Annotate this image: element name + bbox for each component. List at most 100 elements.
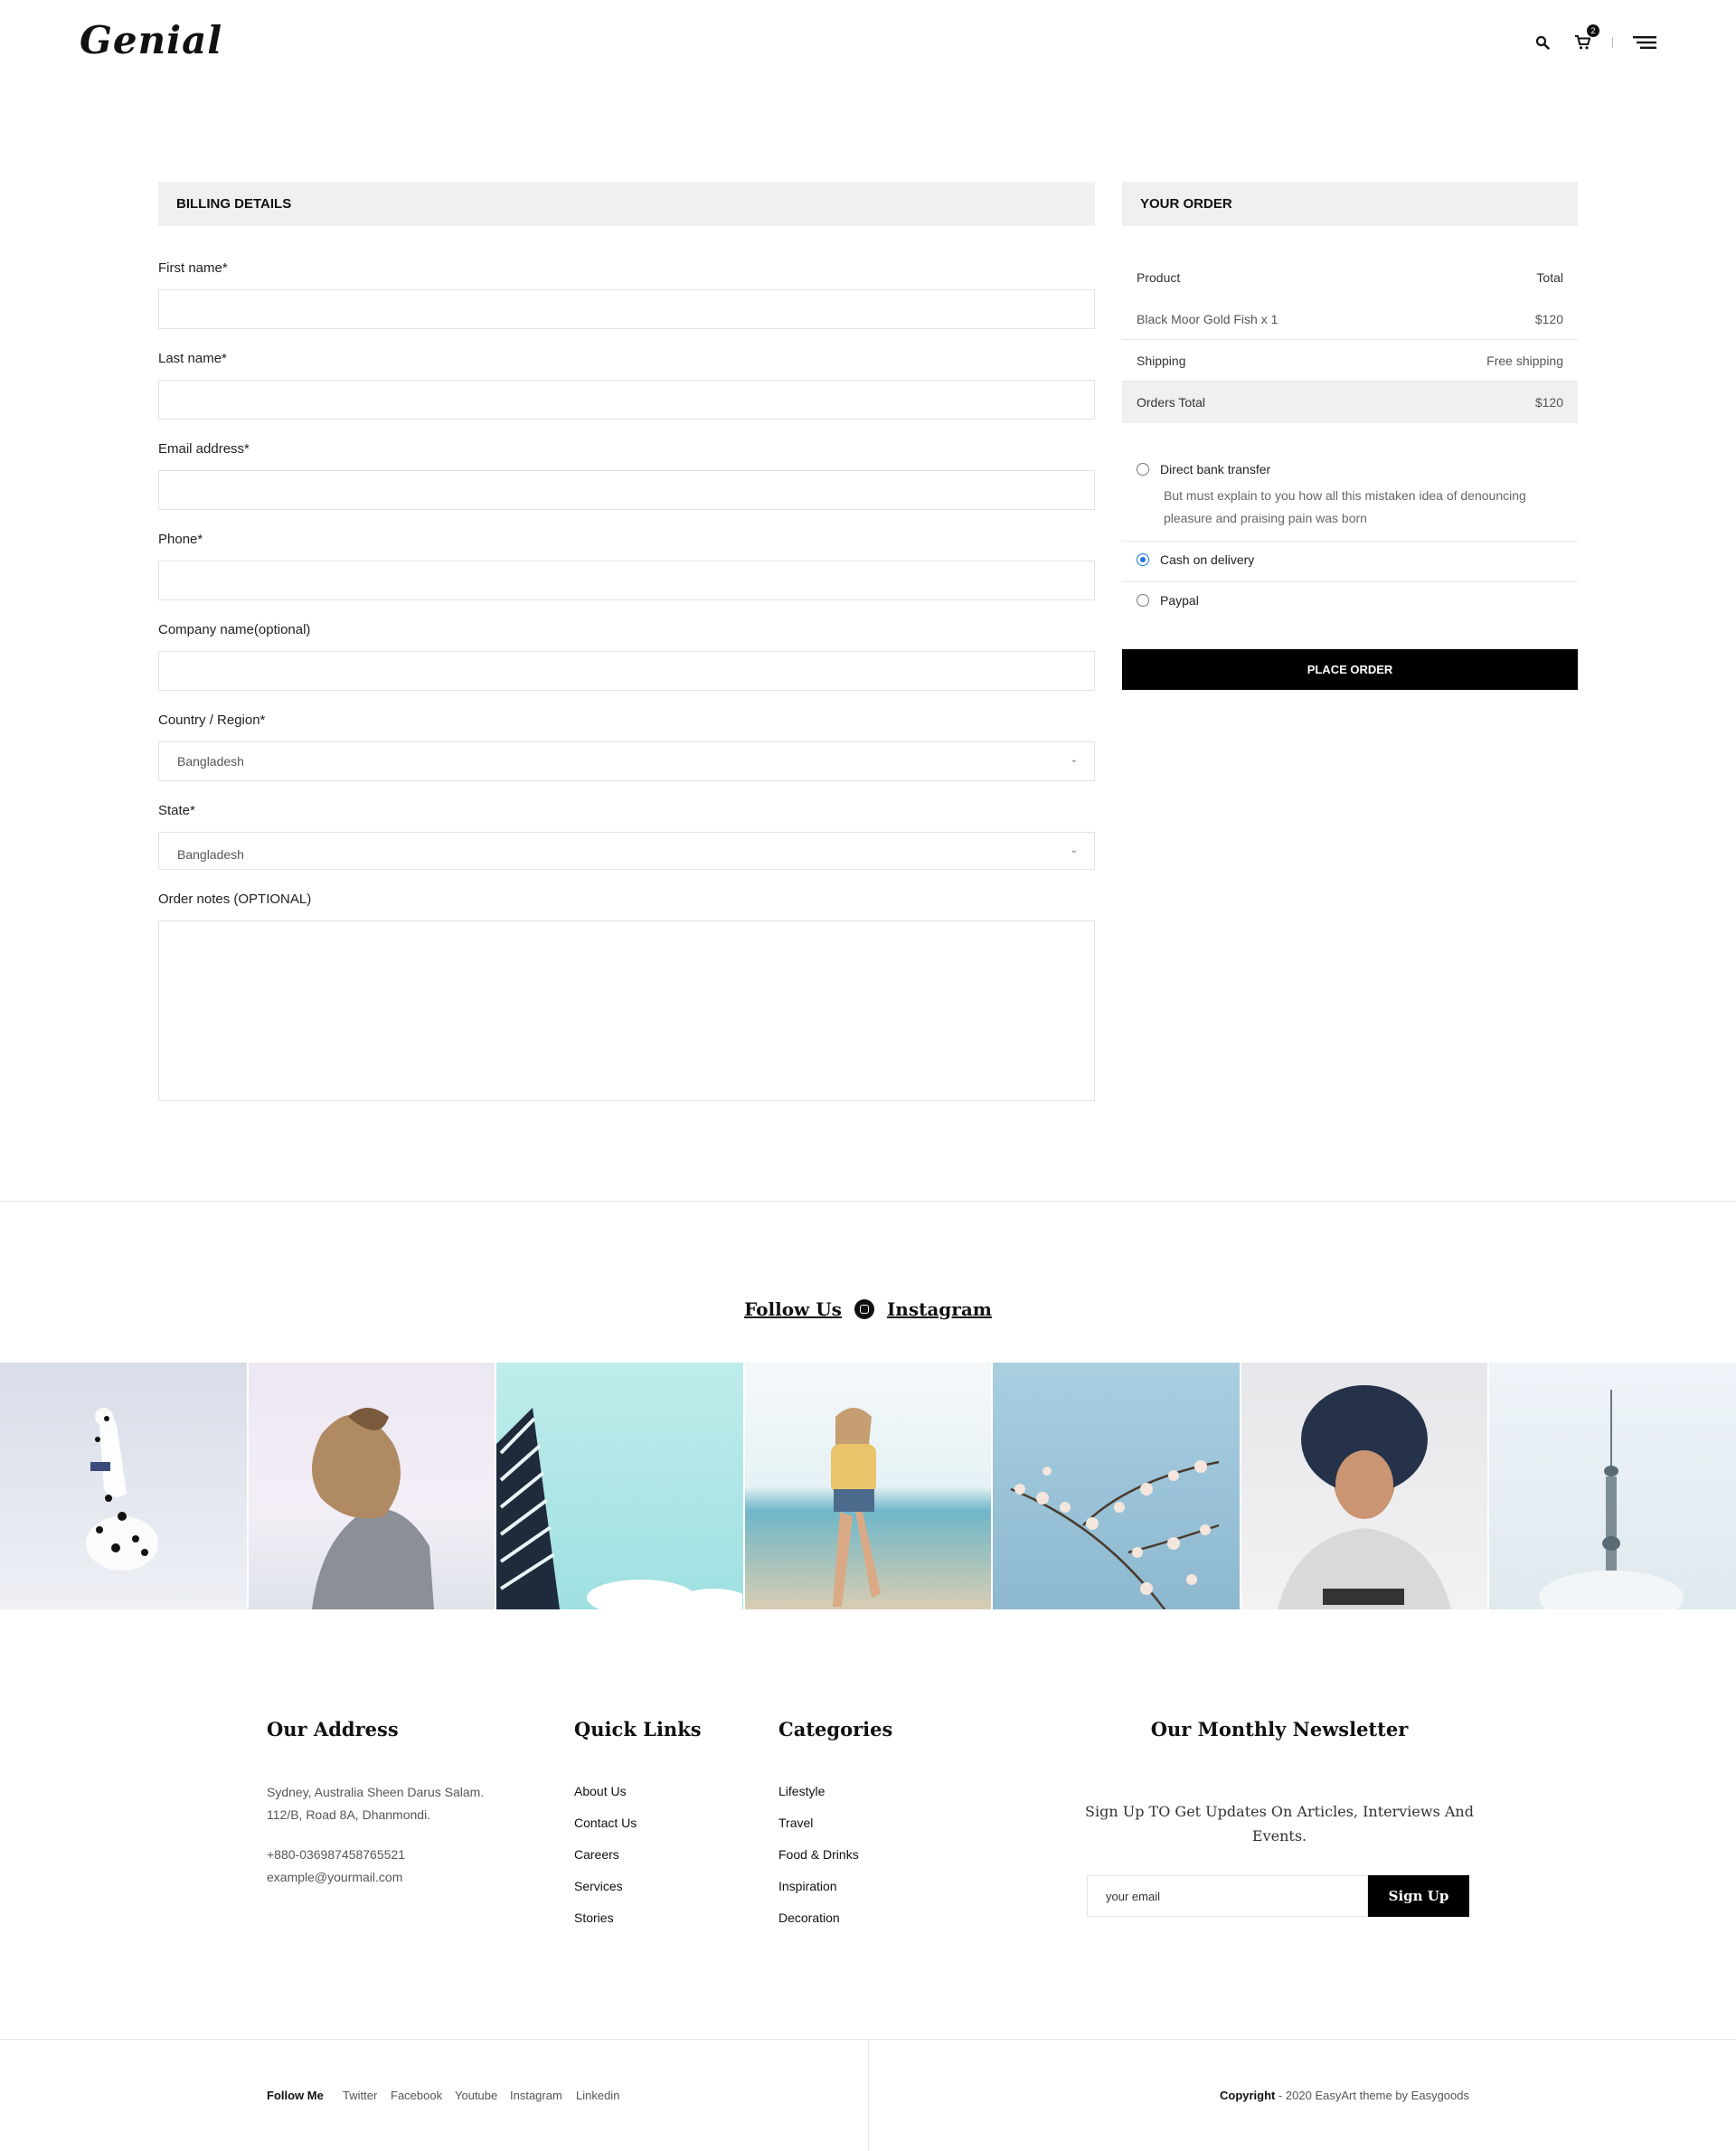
newsletter-email-placeholder: your email	[1106, 1889, 1160, 1903]
category-decoration[interactable]: Decoration	[778, 1910, 840, 1925]
site-logo[interactable]: Genial	[80, 18, 222, 62]
copyright-details: - 2020 EasyArt theme by Easygoods	[1275, 2089, 1469, 2102]
bank-transfer-description: But must explain to you how all this mis…	[1164, 488, 1526, 525]
payment-option-cod[interactable]: Cash on delivery	[1122, 552, 1578, 567]
instagram-gallery	[0, 1363, 1736, 1609]
category-travel[interactable]: Travel	[778, 1816, 813, 1830]
cart-icon[interactable]: 2	[1572, 24, 1599, 52]
quick-links-heading: Quick Links	[574, 1718, 702, 1741]
follow-us-instagram-heading: Follow Us Instagram	[0, 1298, 1736, 1321]
instagram-photo-beach[interactable]	[744, 1363, 992, 1609]
social-link-linkedin[interactable]: Linkedin	[576, 2089, 619, 2102]
billing-details-heading: BILLING DETAILS	[158, 182, 1095, 226]
total-column-header: Total	[1536, 270, 1563, 285]
site-header: Genial 2	[0, 0, 1736, 90]
instagram-photo-man-hat[interactable]	[1241, 1363, 1488, 1609]
contact-phone: +880-036987458765521	[267, 1847, 405, 1862]
orders-total-value: $120	[1534, 395, 1563, 410]
search-icon[interactable]	[1533, 33, 1552, 52]
newsletter-heading: Our Monthly Newsletter	[1150, 1718, 1409, 1741]
instagram-link[interactable]: Instagram	[887, 1298, 992, 1320]
order-notes-label: Order notes (OPTIONAL)	[158, 892, 312, 907]
state-select[interactable]: Bangladesh ⌄	[158, 832, 1095, 870]
orders-total-label: Orders Total	[1137, 395, 1205, 410]
paypal-label: Paypal	[1160, 593, 1199, 608]
company-field[interactable]	[158, 651, 1095, 691]
cash-on-delivery-label: Cash on delivery	[1160, 552, 1255, 567]
social-link-facebook[interactable]: Facebook	[391, 2089, 442, 2102]
chevron-down-icon: ⌄	[1070, 845, 1078, 855]
country-label: Country / Region*	[158, 712, 266, 728]
social-link-twitter[interactable]: Twitter	[343, 2089, 377, 2102]
payment-divider	[1122, 581, 1578, 582]
quick-link-services[interactable]: Services	[574, 1879, 623, 1893]
first-name-field[interactable]	[158, 289, 1095, 329]
place-order-button[interactable]: PLACE ORDER	[1122, 649, 1578, 690]
chevron-down-icon: ⌄	[1070, 755, 1078, 765]
payment-option-paypal[interactable]: Paypal	[1122, 593, 1578, 608]
social-link-youtube[interactable]: Youtube	[455, 2089, 497, 2102]
contact-email[interactable]: example@yourmail.com	[267, 1866, 402, 1889]
email-label: Email address*	[158, 441, 250, 457]
company-label: Company name(optional)	[158, 622, 311, 637]
order-notes-field[interactable]	[158, 920, 1095, 1101]
header-divider	[1612, 37, 1613, 48]
address-line-2: 112/B, Road 8A, Dhanmondi.	[267, 1807, 431, 1822]
newsletter-description: Sign Up TO Get Updates On Articles, Inte…	[1085, 1803, 1474, 1844]
quick-link-about-us[interactable]: About Us	[574, 1784, 627, 1798]
category-food-drinks[interactable]: Food & Drinks	[778, 1847, 859, 1862]
country-select[interactable]: Bangladesh ⌄	[158, 741, 1095, 781]
footer-vertical-divider	[868, 2039, 869, 2151]
state-label: State*	[158, 803, 195, 818]
instagram-icon	[854, 1298, 874, 1319]
product-column-header: Product	[1137, 270, 1181, 285]
sign-up-button[interactable]: Sign Up	[1368, 1875, 1469, 1917]
quick-link-stories[interactable]: Stories	[574, 1910, 614, 1925]
your-order-heading: YOUR ORDER	[1122, 182, 1578, 226]
last-name-field[interactable]	[158, 380, 1095, 420]
cart-count-badge: 2	[1587, 24, 1599, 37]
payment-option-bank[interactable]: Direct bank transfer	[1122, 462, 1578, 476]
instagram-photo-building[interactable]	[496, 1363, 743, 1609]
email-field[interactable]	[158, 470, 1095, 510]
phone-label: Phone*	[158, 532, 203, 547]
follow-us-link[interactable]: Follow Us	[744, 1298, 842, 1320]
last-name-label: Last name*	[158, 351, 227, 366]
state-select-value: Bangladesh	[177, 847, 244, 862]
follow-me-label: Follow Me	[267, 2089, 324, 2102]
order-item-name: Black Moor Gold Fish x 1	[1137, 311, 1278, 326]
phone-field[interactable]	[158, 561, 1095, 600]
category-lifestyle[interactable]: Lifestyle	[778, 1784, 825, 1798]
order-table-header: Product Total	[1122, 257, 1578, 298]
orders-total-row: Orders Total $120	[1122, 382, 1578, 423]
instagram-photo-woman-hair[interactable]	[248, 1363, 495, 1609]
shipping-row: Shipping Free shipping	[1122, 340, 1578, 382]
instagram-photo-tower[interactable]	[1489, 1363, 1736, 1609]
copyright-label: Copyright	[1219, 2089, 1276, 2102]
cash-on-delivery-radio[interactable]	[1137, 553, 1149, 567]
menu-icon[interactable]	[1633, 33, 1656, 52]
bank-transfer-label: Direct bank transfer	[1160, 462, 1271, 476]
instagram-photo-blossom[interactable]	[993, 1363, 1240, 1609]
categories-heading: Categories	[778, 1718, 893, 1741]
section-divider	[0, 1201, 1736, 1202]
instagram-photo-dalmatian[interactable]	[0, 1363, 247, 1609]
order-item-price: $120	[1534, 311, 1563, 326]
country-select-value: Bangladesh	[177, 754, 244, 769]
quick-link-careers[interactable]: Careers	[574, 1847, 619, 1862]
header-icons: 2	[1533, 24, 1656, 52]
first-name-label: First name*	[158, 260, 228, 276]
social-link-instagram[interactable]: Instagram	[510, 2089, 562, 2102]
bank-transfer-radio[interactable]	[1137, 463, 1149, 476]
paypal-radio[interactable]	[1137, 594, 1149, 608]
payment-divider	[1122, 541, 1578, 542]
our-address-heading: Our Address	[267, 1718, 399, 1741]
copyright-text: Copyright - 2020 EasyArt theme by Easygo…	[1220, 2089, 1469, 2102]
quick-link-contact-us[interactable]: Contact Us	[574, 1816, 637, 1830]
address-line-1: Sydney, Australia Sheen Darus Salam.	[267, 1785, 485, 1799]
newsletter-email-input[interactable]: your email	[1087, 1875, 1368, 1917]
shipping-label: Shipping	[1137, 353, 1186, 368]
shipping-value: Free shipping	[1486, 353, 1563, 368]
category-inspiration[interactable]: Inspiration	[778, 1879, 837, 1893]
order-item-row: Black Moor Gold Fish x 1 $120	[1122, 298, 1578, 340]
